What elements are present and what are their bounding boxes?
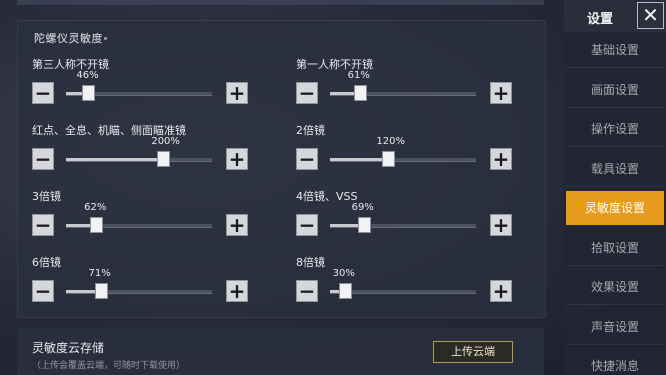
slider-thumb[interactable] [90, 217, 104, 233]
sidebar-item[interactable]: 效果设置 [566, 270, 664, 305]
sensitivity-setting: 3倍镜 − 62% + [32, 188, 252, 248]
sensitivity-setting: 6倍镜 − 71% + [32, 254, 252, 314]
sensitivity-slider[interactable] [330, 85, 476, 101]
sensitivity-setting: 2倍镜 − 120% + [296, 122, 516, 182]
slider-value: 120% [376, 136, 405, 147]
decrease-button[interactable]: − [296, 214, 318, 236]
sensitivity-setting: 第三人称不开镜 −46% + [32, 56, 252, 116]
previous-panel-edge [17, 0, 544, 5]
decrease-button[interactable]: − [296, 82, 318, 104]
decrease-button[interactable]: − [32, 280, 54, 302]
sensitivity-slider[interactable] [66, 151, 212, 167]
sensitivity-slider[interactable] [66, 85, 212, 101]
sensitivity-setting: 4倍镜、VSS − 69% + [296, 188, 516, 248]
section-title: 陀螺仪灵敏度 [34, 32, 103, 45]
slider-value: 71% [88, 268, 111, 279]
cloud-storage-title: 灵敏度云存储 [32, 341, 105, 355]
settings-screen: 陀螺仪灵敏度 第三人称不开镜 −46% + 第一人称不开镜 −61% + 红点、全息、机瞄、… [0, 0, 666, 375]
cloud-storage-subtitle: （上传会覆盖云端，可随时下载使用） [32, 361, 186, 371]
decrease-button[interactable]: − [32, 148, 54, 170]
sidebar-item[interactable]: 快捷消息 [566, 349, 664, 375]
sidebar-item[interactable]: 拾取设置 [566, 231, 664, 266]
decrease-button[interactable]: − [296, 280, 318, 302]
slider-thumb[interactable] [82, 85, 96, 101]
slider-thumb[interactable] [357, 217, 371, 233]
slider-fill [330, 158, 389, 161]
sidebar-title: 设置 [587, 12, 614, 27]
sensitivity-setting: 红点、全息、机瞄、侧面瞄准镜 −200% + [32, 122, 252, 182]
upload-cloud-button[interactable]: 上传云端 [433, 341, 513, 363]
slider-thumb[interactable] [94, 283, 108, 299]
setting-label: 4倍镜、VSS [296, 190, 358, 203]
increase-button[interactable]: + [490, 280, 512, 302]
increase-button[interactable]: + [226, 148, 248, 170]
title-dot-icon [104, 37, 107, 40]
setting-label: 6倍镜 [32, 256, 61, 269]
sensitivity-slider[interactable] [330, 151, 476, 167]
sensitivity-setting: 第一人称不开镜 −61% + [296, 56, 516, 116]
slider-value: 46% [76, 70, 99, 81]
slider-thumb[interactable] [157, 151, 171, 167]
slider-value: 62% [84, 202, 107, 213]
sensitivity-setting: 8倍镜 − 30% + [296, 254, 516, 314]
sidebar-item[interactable]: 基础设置 [566, 33, 664, 68]
slider-value: 200% [151, 136, 180, 147]
decrease-button[interactable]: − [296, 148, 318, 170]
sidebar-item[interactable]: 声音设置 [566, 310, 664, 345]
increase-button[interactable]: + [490, 214, 512, 236]
slider-value: 69% [351, 202, 374, 213]
slider-value: 30% [332, 268, 355, 279]
decrease-button[interactable]: − [32, 214, 54, 236]
slider-thumb[interactable] [353, 85, 367, 101]
slider-thumb[interactable] [338, 283, 352, 299]
setting-label: 3倍镜 [32, 190, 61, 203]
sensitivity-slider[interactable] [330, 283, 476, 299]
setting-label: 2倍镜 [296, 124, 325, 137]
sidebar-item[interactable]: 灵敏度设置 [566, 191, 664, 225]
sensitivity-slider[interactable] [66, 283, 212, 299]
sidebar-item[interactable]: 操作设置 [566, 112, 664, 147]
increase-button[interactable]: + [226, 280, 248, 302]
sidebar-item[interactable]: 载具设置 [566, 152, 664, 187]
increase-button[interactable]: + [490, 82, 512, 104]
sensitivity-slider[interactable] [330, 217, 476, 233]
increase-button[interactable]: + [490, 148, 512, 170]
setting-label: 8倍镜 [296, 256, 325, 269]
slider-value: 61% [347, 70, 370, 81]
sidebar-item[interactable]: 画面设置 [566, 73, 664, 108]
decrease-button[interactable]: − [32, 82, 54, 104]
slider-thumb[interactable] [382, 151, 396, 167]
close-icon[interactable]: ✕ [637, 2, 664, 29]
slider-fill [66, 158, 164, 161]
sensitivity-slider[interactable] [66, 217, 212, 233]
increase-button[interactable]: + [226, 82, 248, 104]
increase-button[interactable]: + [226, 214, 248, 236]
